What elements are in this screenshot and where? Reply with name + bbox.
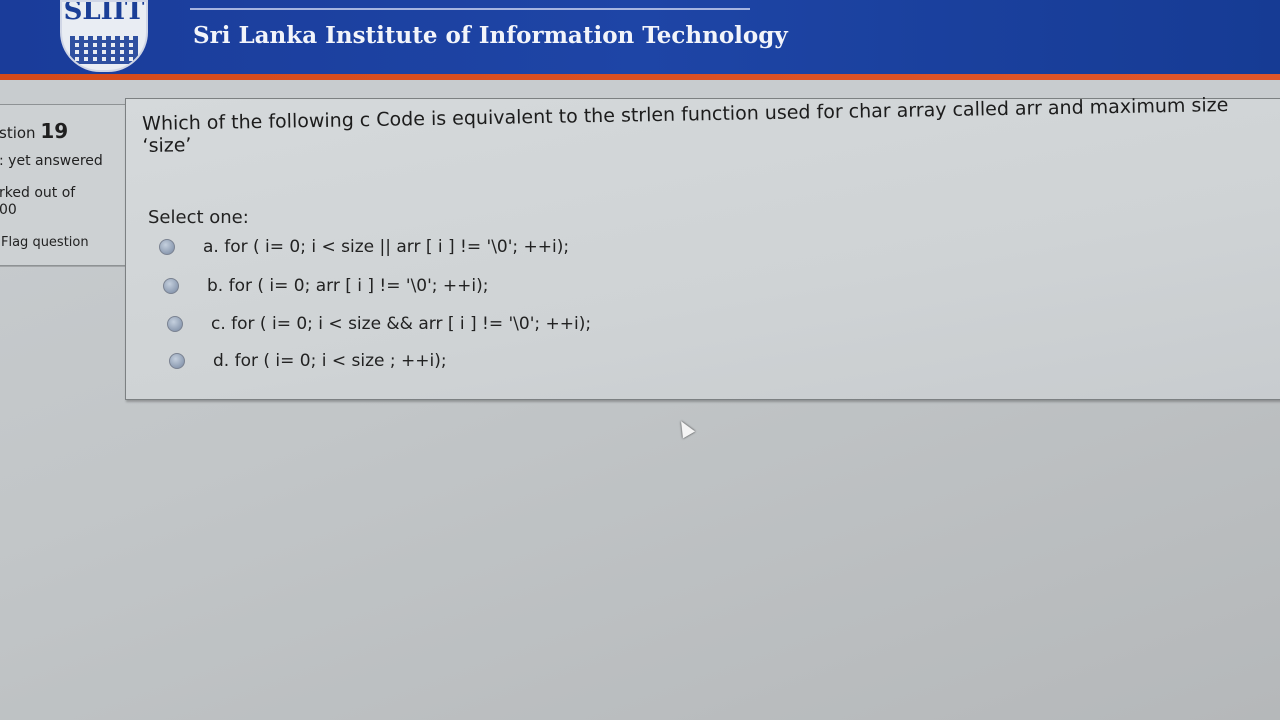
option-b-label: b. for ( i= 0; arr [ i ] != '\0'; ++i); xyxy=(207,276,489,296)
select-one-label: Select one: xyxy=(148,207,249,228)
radio-button-icon[interactable] xyxy=(169,353,185,369)
option-a-label: a. for ( i= 0; i < size || arr [ i ] != … xyxy=(203,237,570,257)
question-number-label: stion 19 xyxy=(0,119,68,143)
question-number: 19 xyxy=(40,119,69,143)
marks-value: 00 xyxy=(0,202,17,218)
flag-question-label: Flag question xyxy=(1,235,89,250)
flag-question-button[interactable]: Flag question xyxy=(1,235,89,250)
option-c-label: c. for ( i= 0; i < size && arr [ i ] != … xyxy=(211,314,592,334)
answer-option-c[interactable]: c. for ( i= 0; i < size && arr [ i ] != … xyxy=(167,314,591,334)
answer-option-b[interactable]: b. for ( i= 0; arr [ i ] != '\0'; ++i); xyxy=(163,276,489,296)
logo-emblem xyxy=(70,36,138,64)
question-prefix: stion xyxy=(0,124,36,142)
radio-button-icon[interactable] xyxy=(159,239,175,255)
site-title: Sri Lanka Institute of Information Techn… xyxy=(193,22,788,49)
question-info-panel: stion 19 : yet answered rked out of 00 F… xyxy=(0,104,126,266)
question-box: Which of the following c Code is equival… xyxy=(125,94,1280,400)
radio-button-icon[interactable] xyxy=(167,316,183,332)
option-d-label: d. for ( i= 0; i < size ; ++i); xyxy=(213,351,447,371)
logo-text: SLIIT xyxy=(63,0,145,26)
mouse-cursor-icon xyxy=(674,417,696,439)
marks-info: rked out of 00 xyxy=(0,185,75,219)
header-divider xyxy=(190,8,750,10)
marks-label: rked out of xyxy=(0,185,76,201)
question-text: Which of the following c Code is equival… xyxy=(142,94,1229,157)
answer-option-d[interactable]: d. for ( i= 0; i < size ; ++i); xyxy=(169,351,447,371)
sliit-logo[interactable]: SLIIT xyxy=(60,0,148,72)
radio-button-icon[interactable] xyxy=(163,278,179,294)
answer-status: : yet answered xyxy=(0,153,103,169)
answer-option-a[interactable]: a. for ( i= 0; i < size || arr [ i ] != … xyxy=(159,237,569,257)
site-header: SLIIT Sri Lanka Institute of Information… xyxy=(0,0,1280,80)
